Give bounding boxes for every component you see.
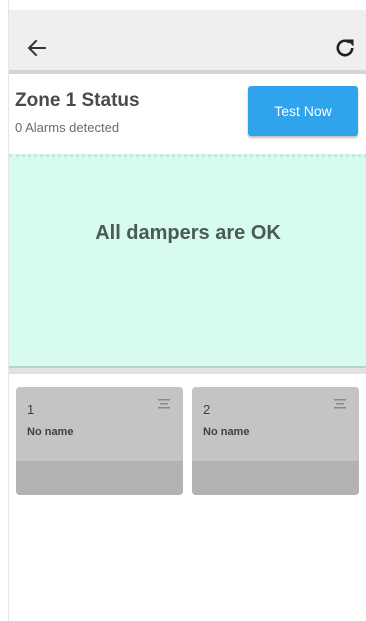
zone-status-header: Zone 1 Status 0 Alarms detected Test Now [9,74,366,154]
section-divider [9,368,366,374]
zone-title: Zone 1 Status [15,90,140,111]
refresh-button[interactable] [327,30,363,66]
damper-card-footer [192,461,359,495]
app-screen: Zone 1 Status 0 Alarms detected Test Now… [8,0,366,621]
top-app-bar [9,10,366,70]
refresh-icon [336,39,354,57]
alarm-count-text: 0 Alarms detected [15,120,120,135]
drag-handle-icon[interactable] [157,398,171,410]
arrow-left-icon [27,39,46,57]
damper-number: 1 [27,402,35,417]
test-now-button[interactable]: Test Now [248,86,358,136]
status-banner: All dampers are OK [9,154,366,368]
back-button[interactable] [19,30,55,66]
damper-name: No name [203,426,250,438]
damper-card-2[interactable]: 2 No name [192,387,359,495]
damper-card-1[interactable]: 1 No name [16,387,183,495]
damper-card-footer [16,461,183,495]
damper-name: No name [27,426,74,438]
damper-number: 2 [203,402,211,417]
status-message: All dampers are OK [95,222,281,244]
drag-handle-icon[interactable] [333,398,347,410]
